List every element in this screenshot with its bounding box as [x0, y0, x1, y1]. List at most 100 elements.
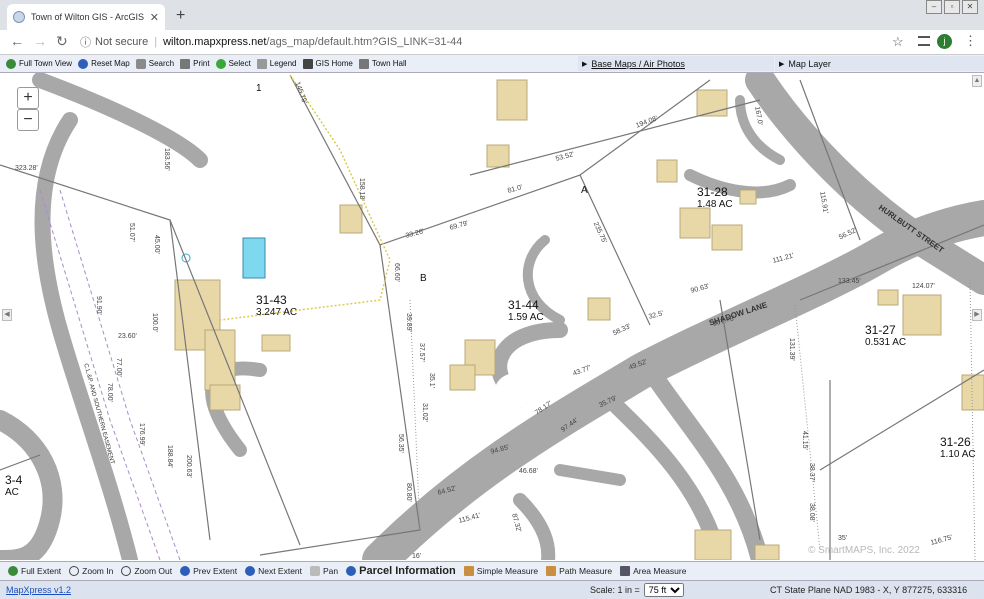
info-icon[interactable]: ⓘ [80, 34, 91, 50]
dimension-label: 176.99' [138, 423, 145, 446]
close-window-icon[interactable]: ✕ [962, 0, 978, 14]
pan-left-icon[interactable]: ◀ [2, 309, 12, 321]
dimension-label: 183.56' [163, 148, 170, 171]
bookmark-star-icon[interactable]: ☆ [892, 34, 904, 50]
parcel-letter-label: 1 [256, 83, 262, 94]
print-button[interactable]: Print [180, 58, 210, 69]
browser-tab-strip: Town of Wilton GIS - ArcGIS Server ✕ + –… [0, 0, 984, 30]
dimension-label: 100.0' [151, 313, 158, 332]
window-controls: – ▫ ✕ [926, 0, 978, 14]
prev-extent-button[interactable]: Prev Extent [180, 566, 237, 576]
back-icon[interactable]: ← [10, 33, 24, 49]
dimension-label: 39.89' [405, 313, 412, 332]
dimension-label: 37.57' [418, 343, 425, 362]
parcel-letter-label: B [420, 273, 427, 284]
zoom-in-tool[interactable]: Zoom In [69, 566, 113, 576]
close-tab-icon[interactable]: ✕ [150, 11, 159, 24]
parcel-information-tool[interactable]: Parcel Information [346, 565, 456, 577]
area-measure-tool[interactable]: Area Measure [620, 566, 686, 576]
checkmark-icon [215, 58, 226, 69]
parcel-area-label: 1.59 AC [508, 312, 544, 323]
restore-icon[interactable]: ▫ [944, 0, 960, 14]
dimension-label: 124.07' [912, 283, 935, 290]
pan-tool[interactable]: Pan [310, 566, 338, 576]
home-icon [302, 58, 313, 69]
full-town-view-button[interactable]: Full Town View [6, 58, 72, 69]
browser-tab[interactable]: Town of Wilton GIS - ArcGIS Server ✕ [7, 4, 165, 30]
scale-select[interactable]: 75 ft [643, 583, 684, 597]
url-host: wilton.mapxpress.net [163, 36, 267, 48]
full-extent-button[interactable]: Full Extent [8, 566, 61, 576]
parcel-id-label: 31-28 [697, 185, 728, 199]
minimize-icon[interactable]: – [926, 0, 942, 14]
new-tab-button[interactable]: + [176, 7, 185, 25]
town-hall-button[interactable]: Town Hall [358, 58, 407, 69]
parcel-map[interactable] [0, 73, 984, 560]
simple-measure-tool[interactable]: Simple Measure [463, 566, 538, 576]
base-maps-dropdown[interactable]: ▶ Base Maps / Air Photos [578, 56, 774, 71]
dimension-label: 56.35' [397, 434, 404, 453]
binoculars-icon [135, 58, 146, 69]
dimension-label: 45.00' [153, 235, 160, 254]
browser-menu-icon[interactable]: ⋮ [964, 33, 977, 49]
map-tools-bar: Full Extent Zoom In Zoom Out Prev Extent… [0, 561, 984, 580]
profile-avatar[interactable]: j [937, 34, 952, 49]
pan-up-icon[interactable]: ▲ [972, 75, 982, 87]
parcel-id-label: 31-43 [256, 293, 287, 307]
arrow-left-icon [180, 566, 191, 576]
select-button[interactable]: Select [215, 58, 251, 69]
path-measure-tool[interactable]: Path Measure [546, 566, 612, 576]
driveway-circle [495, 372, 545, 408]
tab-title: Town of Wilton GIS - ArcGIS Server [31, 12, 146, 22]
ruler-icon [463, 566, 474, 576]
zoom-out-tool[interactable]: Zoom Out [121, 566, 172, 576]
search-button[interactable]: Search [135, 58, 174, 69]
zoom-in-button[interactable]: + [17, 87, 39, 109]
parcel-id-label: 3-4 [5, 473, 23, 487]
zoom-out-button[interactable]: − [17, 109, 39, 131]
dimension-label: 16' [412, 553, 422, 560]
version-link[interactable]: MapXpress v1.2 [6, 585, 71, 595]
magnifier-minus-icon [121, 566, 132, 576]
reset-map-button[interactable]: Reset Map [78, 58, 130, 69]
pan-right-icon[interactable]: ▶ [972, 309, 982, 321]
scale-label: Scale: 1 in = [590, 585, 640, 595]
dimension-label: 66.60' [393, 263, 400, 282]
reload-icon[interactable]: ↻ [56, 33, 68, 50]
legend-button[interactable]: Legend [256, 58, 297, 69]
scale-control: Scale: 1 in = 75 ft [590, 583, 684, 597]
parcel-id-label: 31-26 [940, 435, 971, 449]
arrow-right-icon [245, 566, 256, 576]
info-icon [346, 566, 357, 576]
parcel-area-label: AC [5, 487, 19, 498]
building-icon [358, 58, 369, 69]
dimension-label: 77.00' [115, 358, 122, 377]
address-bar: ← → ↻ ⓘ Not secure | wilton.mapxpress.ne… [0, 30, 984, 55]
status-bar: MapXpress v1.2 Scale: 1 in = 75 ft CT St… [0, 580, 984, 599]
buildings [174, 79, 984, 560]
printer-icon [180, 58, 191, 69]
dimension-label: 323.28' [15, 165, 38, 172]
dimension-label: 51.07' [128, 223, 135, 242]
dimension-label: 38.37' [808, 463, 815, 482]
parcel-area-label: 0.531 AC [865, 337, 907, 348]
path-icon [546, 566, 557, 576]
next-extent-button[interactable]: Next Extent [245, 566, 302, 576]
url-field[interactable]: ⓘ Not secure | wilton.mapxpress.net /ags… [80, 33, 870, 51]
map-layer-dropdown[interactable]: ▶ Map Layer [775, 56, 984, 71]
globe-icon [13, 11, 25, 23]
extensions-icon[interactable] [918, 36, 930, 46]
parcel-area-label: 1.48 AC [697, 199, 733, 210]
globe-icon [8, 566, 18, 576]
dimension-label: 35' [838, 535, 848, 542]
forward-icon[interactable]: → [33, 33, 47, 49]
dimension-label: 80.80' [405, 483, 412, 502]
dimension-label: 91.90' [95, 296, 102, 315]
dimension-label: 200.63' [185, 455, 192, 478]
map-view[interactable]: 31-43 3.247 AC 31-44 1.59 AC 31-28 1.48 AC 31-… [0, 73, 984, 560]
gis-home-button[interactable]: GIS Home [302, 58, 353, 69]
parcel-area-label: 3.247 AC [256, 307, 298, 318]
dimension-label: 38.08' [808, 503, 815, 522]
dimension-label: 31.02' [421, 403, 428, 422]
dimension-label: 35.1' [428, 373, 435, 388]
